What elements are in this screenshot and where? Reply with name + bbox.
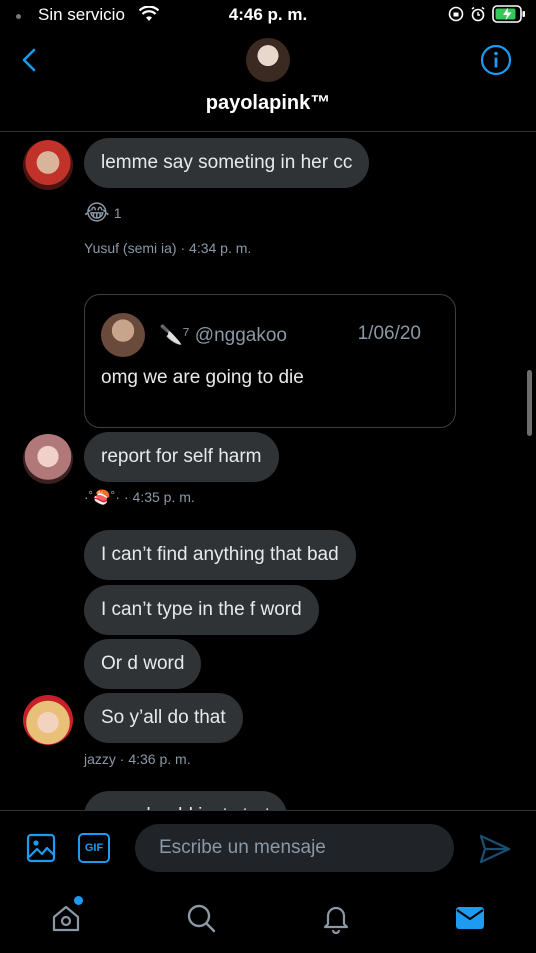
message-bubble[interactable]: So y’all do that bbox=[84, 693, 243, 743]
message-meta: Yusuf (semi ia) · 4:34 p. m. bbox=[84, 240, 252, 256]
reaction[interactable]: 😂 1 bbox=[84, 200, 122, 226]
battery-charging-icon bbox=[492, 5, 525, 23]
gif-button[interactable]: GIF bbox=[78, 833, 110, 863]
message-bubble[interactable]: report for self harm bbox=[84, 432, 279, 482]
message-bubble[interactable]: Or d word bbox=[84, 639, 202, 689]
new-content-dot bbox=[74, 896, 83, 905]
quoted-text: omg we are going to die bbox=[101, 367, 304, 388]
message-bubble[interactable]: I can’t find anything that bad bbox=[84, 530, 356, 580]
message-bubble[interactable]: I can’t type in the f word bbox=[84, 585, 319, 635]
message-bubble[interactable]: lemme say someting in her cc bbox=[84, 138, 370, 188]
home-icon[interactable] bbox=[50, 902, 82, 934]
conversation-header: payolapink™ bbox=[0, 32, 536, 132]
message-composer: GIF bbox=[0, 810, 536, 885]
status-bar: Sin servicio 4:46 p. m. bbox=[0, 0, 536, 32]
quoted-author-avatar bbox=[101, 313, 145, 357]
back-icon[interactable] bbox=[16, 46, 44, 74]
sender-name: ·˚🍣˚· bbox=[84, 489, 121, 505]
message-meta: ·˚🍣˚· · 4:35 p. m. bbox=[84, 489, 195, 506]
info-icon[interactable] bbox=[480, 44, 512, 76]
message-time: · 4:35 p. m. bbox=[120, 489, 195, 505]
conversation-avatar[interactable] bbox=[246, 38, 290, 82]
message-list[interactable]: lemme say someting in her cc 😂 1 Yusuf (… bbox=[0, 133, 536, 810]
message-bubble[interactable]: you should just start bbox=[84, 791, 287, 810]
tab-bar bbox=[0, 885, 536, 953]
search-icon[interactable] bbox=[185, 902, 217, 934]
orientation-lock-icon bbox=[448, 6, 464, 22]
status-icons bbox=[448, 5, 526, 23]
reaction-count: 1 bbox=[113, 205, 122, 221]
conversation-title[interactable]: payolapink™ bbox=[0, 92, 536, 115]
avatar[interactable] bbox=[23, 434, 73, 484]
alarm-icon bbox=[471, 6, 485, 22]
quoted-author-name: 🔪⁷ @nggakoo bbox=[159, 325, 287, 346]
quoted-tweet-card[interactable]: 🔪⁷ @nggakoo 1/06/20 omg we are going to … bbox=[84, 294, 456, 428]
quoted-date: 1/06/20 bbox=[357, 323, 421, 344]
mail-icon[interactable] bbox=[454, 902, 486, 934]
message-meta: jazzy · 4:36 p. m. bbox=[84, 751, 191, 767]
scrollbar[interactable] bbox=[527, 370, 532, 436]
message-input[interactable] bbox=[135, 824, 454, 872]
bell-icon[interactable] bbox=[320, 902, 352, 934]
reaction-emoji: 😂 bbox=[84, 200, 110, 225]
avatar[interactable] bbox=[23, 695, 73, 745]
avatar[interactable] bbox=[23, 140, 73, 190]
send-icon[interactable] bbox=[478, 833, 512, 865]
media-icon[interactable] bbox=[26, 833, 56, 863]
